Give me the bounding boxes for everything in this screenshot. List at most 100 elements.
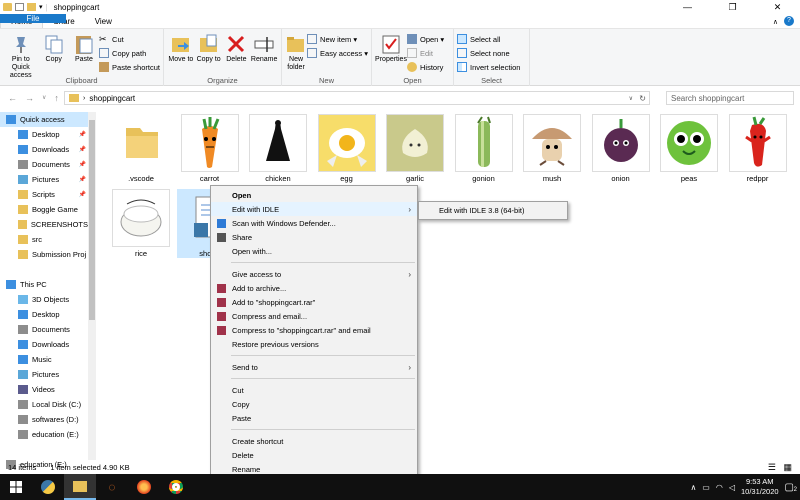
chevron-down-icon[interactable]: ∨	[629, 95, 633, 102]
chevron-up-icon[interactable]: ∧	[690, 483, 696, 492]
collapse-ribbon-icon[interactable]: ∧	[773, 18, 778, 26]
maximize-button[interactable]: ❐	[710, 0, 755, 14]
pin-icon[interactable]: 📌	[79, 131, 86, 138]
nav-item[interactable]: Desktop 📌	[0, 127, 88, 142]
file-item[interactable]: garlic	[382, 114, 448, 183]
nav-item[interactable]: Music	[0, 352, 88, 367]
help-icon[interactable]: ?	[784, 16, 794, 26]
up-arrow-icon[interactable]: ↑	[54, 93, 59, 104]
nav-item[interactable]: src	[0, 232, 88, 247]
nav-item[interactable]: Local Disk (C:)	[0, 397, 88, 412]
start-icon[interactable]	[0, 474, 32, 500]
nav-item[interactable]: Scripts 📌	[0, 187, 88, 202]
edit-button[interactable]: Edit	[407, 47, 444, 59]
pin-icon[interactable]: 📌	[79, 191, 86, 198]
nav-item[interactable]: Submission Proj	[0, 247, 88, 262]
chevron-right-icon[interactable]: ›	[83, 95, 85, 102]
nav-item[interactable]: Documents	[0, 322, 88, 337]
file-item[interactable]: rice	[108, 189, 174, 258]
recent-locations-icon[interactable]: ∨	[42, 93, 46, 104]
search-input[interactable]: Search shoppingcart	[666, 91, 794, 105]
close-button[interactable]: ✕	[755, 0, 800, 14]
menu-item[interactable]: Give access to ›	[211, 267, 417, 281]
nav-item[interactable]: Desktop	[0, 307, 88, 322]
nav-item[interactable]: education (E:)	[0, 427, 88, 442]
file-item[interactable]: egg	[314, 114, 380, 183]
pin-icon[interactable]: 📌	[79, 161, 86, 168]
tab-file[interactable]: File	[0, 14, 66, 23]
nav-item[interactable]: Pictures 📌	[0, 172, 88, 187]
nav-item[interactable]: Videos	[0, 382, 88, 397]
back-arrow-icon[interactable]: ←	[8, 93, 17, 104]
new-folder-icon[interactable]	[27, 3, 36, 11]
jupyter-icon[interactable]: ◌	[96, 474, 128, 500]
file-explorer-icon[interactable]	[64, 474, 96, 500]
menu-item[interactable]: Create shortcut	[211, 434, 417, 448]
file-item[interactable]: carrot	[177, 114, 243, 183]
nav-item[interactable]: Pictures	[0, 367, 88, 382]
scroll-thumb[interactable]	[89, 120, 95, 320]
notification-icon[interactable]: ▢ 2	[785, 482, 797, 493]
wifi-icon[interactable]: ◠	[716, 483, 723, 492]
menu-item[interactable]: Delete	[211, 448, 417, 462]
customize-toolbar-icon[interactable]: ▾	[39, 3, 43, 11]
history-button[interactable]: History	[407, 61, 444, 73]
menu-item[interactable]: Paste	[211, 411, 417, 425]
select-all-button[interactable]: Select all	[457, 33, 520, 45]
menu-item[interactable]: Send to ›	[211, 360, 417, 374]
file-item[interactable]: redppr	[725, 114, 791, 183]
tab-view[interactable]: View	[85, 14, 122, 28]
nav-scrollbar[interactable]	[88, 112, 96, 460]
file-item[interactable]: onion	[588, 114, 654, 183]
minimize-button[interactable]: —	[665, 0, 710, 14]
invert-selection-button[interactable]: Invert selection	[457, 61, 520, 73]
properties-icon[interactable]	[15, 3, 24, 11]
new-item-button[interactable]: New item ▾	[307, 33, 368, 45]
menu-item[interactable]: Add to "shoppingcart.rar"	[211, 295, 417, 309]
file-item[interactable]: gonion	[451, 114, 517, 183]
open-button[interactable]: Open ▾	[407, 33, 444, 45]
pin-icon[interactable]: 📌	[79, 146, 86, 153]
nav-item[interactable]: softwares (D:)	[0, 412, 88, 427]
python-app-icon[interactable]	[32, 474, 64, 500]
menu-item[interactable]: Restore previous versions	[211, 337, 417, 351]
select-none-button[interactable]: Select none	[457, 47, 520, 59]
menu-item[interactable]: Open with...	[211, 244, 417, 258]
chrome-icon[interactable]	[160, 474, 192, 500]
file-item[interactable]: peas	[656, 114, 722, 183]
volume-icon[interactable]: ◁	[729, 483, 735, 492]
menu-item[interactable]: Copy	[211, 397, 417, 411]
paste-shortcut-button[interactable]: Paste shortcut	[99, 61, 160, 73]
nav-item[interactable]: Quick access	[0, 112, 88, 127]
nav-item[interactable]: This PC	[0, 277, 88, 292]
nav-item[interactable]: Boggle Game	[0, 202, 88, 217]
nav-item[interactable]: Documents 📌	[0, 157, 88, 172]
menu-item[interactable]: Share	[211, 230, 417, 244]
clock[interactable]: 9:53 AM 10/31/2020	[741, 477, 779, 497]
submenu-item-idle[interactable]: Edit with IDLE 3.8 (64-bit)	[439, 206, 524, 215]
menu-item[interactable]: Cut	[211, 383, 417, 397]
pin-icon[interactable]: 📌	[79, 176, 86, 183]
menu-item[interactable]: Add to archive...	[211, 281, 417, 295]
nav-item[interactable]: Downloads	[0, 337, 88, 352]
refresh-icon[interactable]: ↻	[639, 94, 646, 103]
network-icon[interactable]: ▭	[702, 483, 710, 492]
easy-access-button[interactable]: Easy access ▾	[307, 47, 368, 59]
nav-item[interactable]: 3D Objects	[0, 292, 88, 307]
address-field[interactable]: › shoppingcart ∨ ↻	[64, 91, 650, 105]
menu-item[interactable]: Scan with Windows Defender...	[211, 216, 417, 230]
file-item[interactable]: chicken	[245, 114, 311, 183]
menu-item[interactable]: Compress and email...	[211, 309, 417, 323]
file-item[interactable]: mush	[519, 114, 585, 183]
cut-button[interactable]: ✂ Cut	[99, 33, 160, 45]
file-item[interactable]: .vscode	[108, 114, 174, 183]
menu-item[interactable]: Compress to "shoppingcart.rar" and email	[211, 323, 417, 337]
menu-item[interactable]: Edit with IDLE ›	[211, 202, 417, 216]
menu-item[interactable]: Open	[211, 188, 417, 202]
details-view-icon[interactable]: ☰	[768, 462, 776, 473]
forward-arrow-icon[interactable]: →	[25, 93, 34, 104]
large-icons-view-icon[interactable]: ▦	[783, 462, 792, 473]
breadcrumb[interactable]: shoppingcart	[89, 94, 135, 103]
copy-path-button[interactable]: Copy path	[99, 47, 160, 59]
nav-item[interactable]: Downloads 📌	[0, 142, 88, 157]
